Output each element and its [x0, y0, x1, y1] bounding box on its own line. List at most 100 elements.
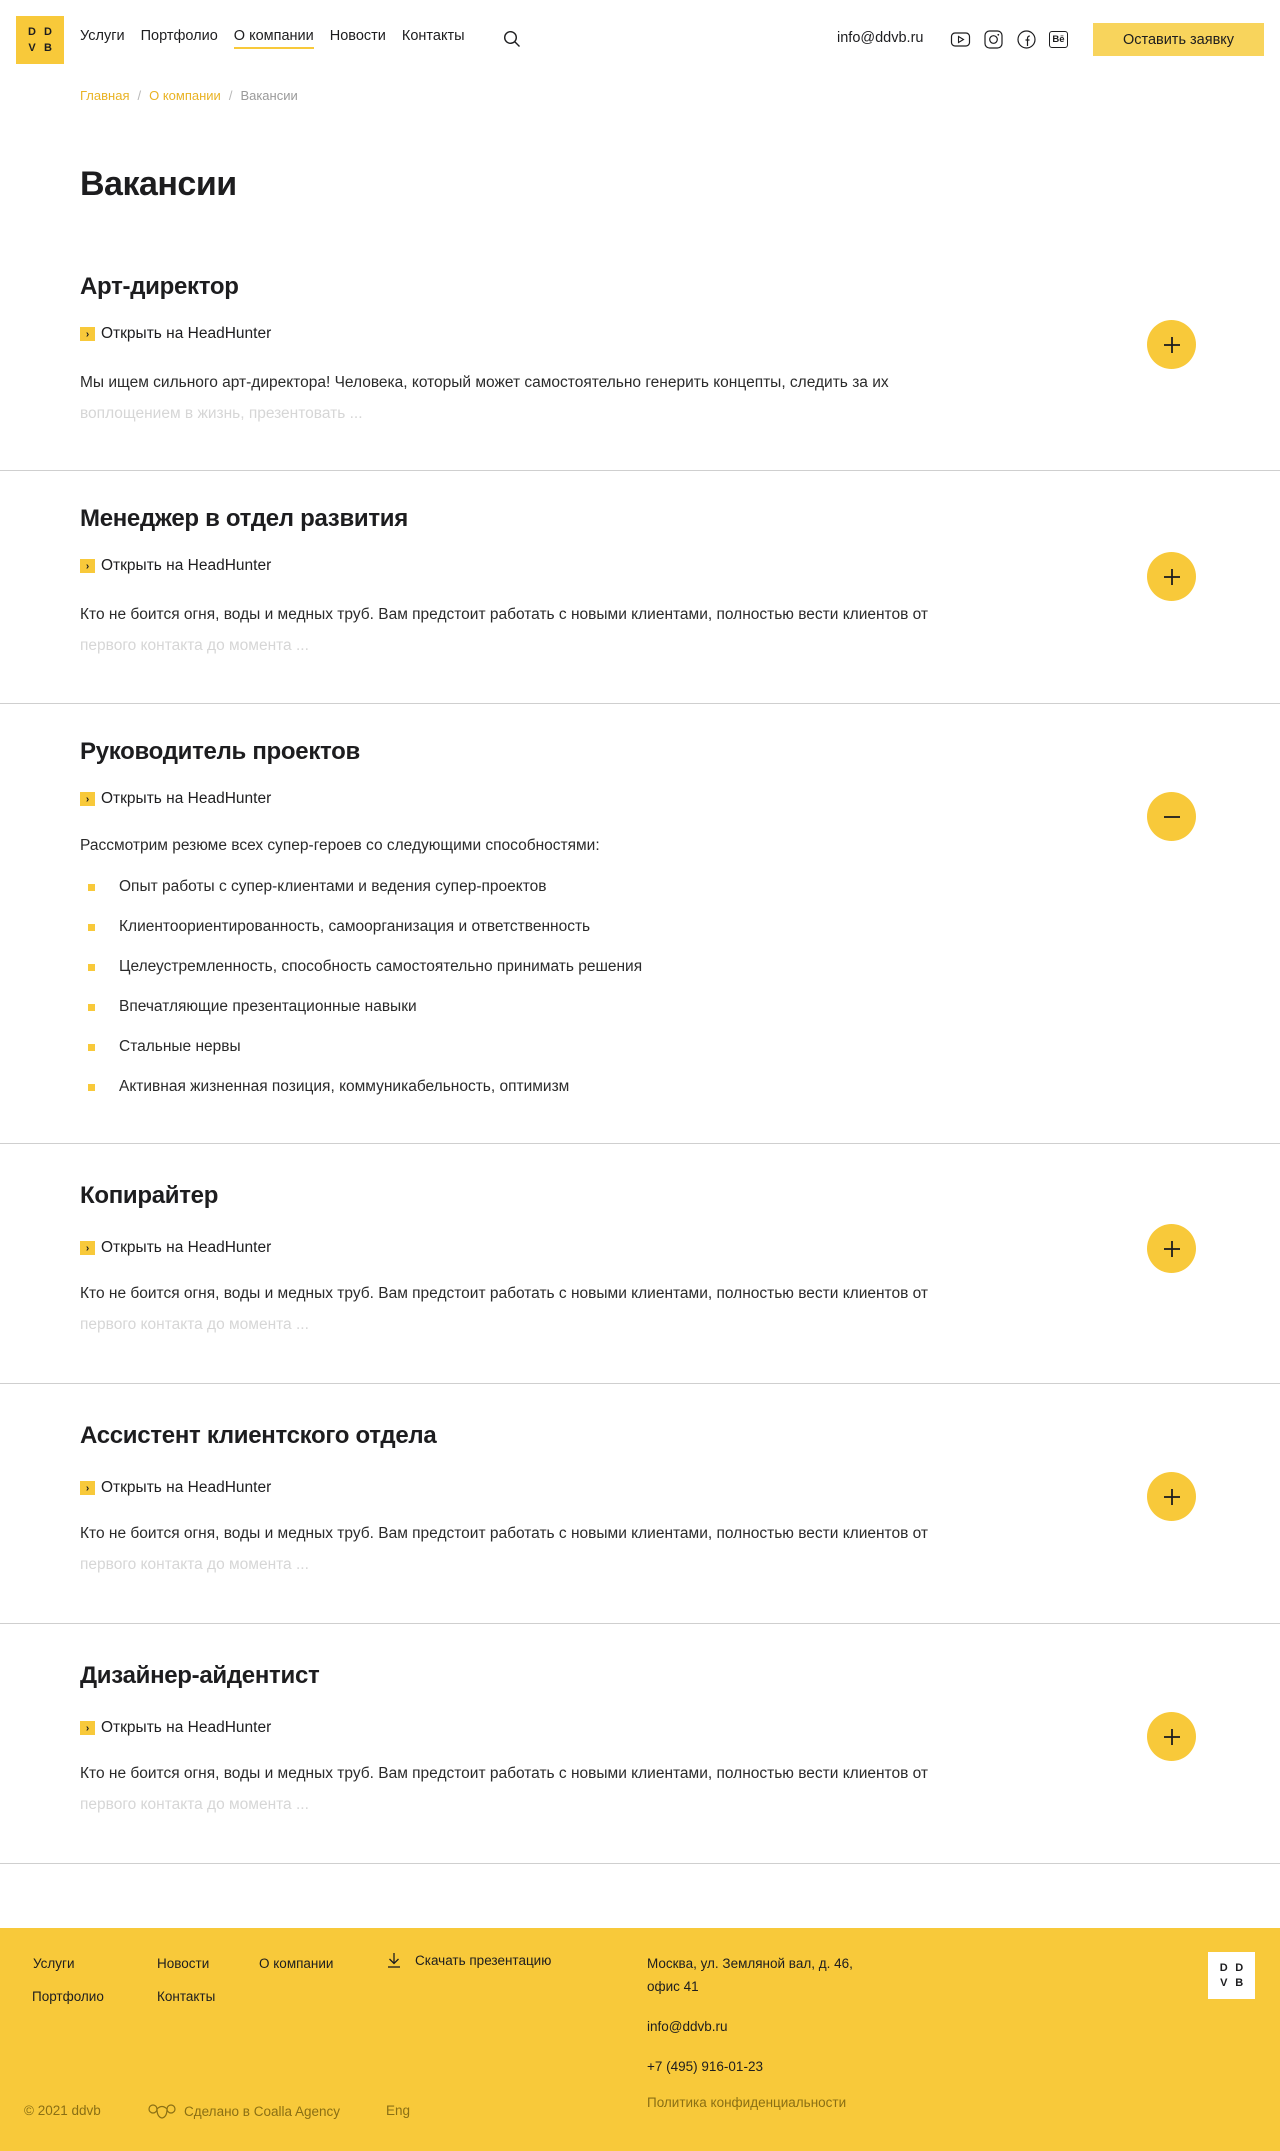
- leave-request-button[interactable]: Оставить заявку: [1093, 23, 1264, 56]
- footer-phone-link[interactable]: +7 (495) 916-01-23: [647, 2059, 763, 2074]
- minus-icon: [1163, 815, 1180, 818]
- vacancy-excerpt: Кто не боится огня, воды и медных труб. …: [80, 1758, 1030, 1820]
- plus-icon: [1163, 1240, 1180, 1257]
- vacancy-title[interactable]: Копирайтер: [80, 1182, 218, 1210]
- breadcrumb-home[interactable]: Главная: [80, 88, 129, 103]
- footer-link-portfolio[interactable]: Портфолио: [32, 1989, 104, 2004]
- headhunter-link[interactable]: › Открыть на HeadHunter: [80, 325, 271, 343]
- headhunter-link[interactable]: › Открыть на HeadHunter: [80, 1239, 271, 1257]
- breadcrumb-separator: /: [137, 88, 142, 103]
- made-by-link[interactable]: Сделано в Coalla Agency: [148, 2103, 340, 2119]
- headhunter-link-label: Открыть на HeadHunter: [101, 1239, 272, 1256]
- list-item-text: Клиентоориентированность, самоорганизаци…: [119, 918, 591, 935]
- breadcrumb-current: Вакансии: [240, 88, 298, 103]
- nav-item-about[interactable]: О компании: [233, 28, 314, 49]
- footer-address-line1: Москва, ул. Земляной вал, д. 46,: [647, 1956, 853, 1971]
- download-icon: [388, 1953, 400, 1968]
- vacancy-card: Менеджер в отдел развития › Открыть на H…: [0, 492, 1280, 704]
- bullet-icon: [88, 1003, 95, 1011]
- footer-link-news[interactable]: Новости: [157, 1956, 209, 1971]
- arrow-right-icon: ›: [80, 327, 95, 341]
- footer-link-about[interactable]: О компании: [259, 1956, 333, 1971]
- arrow-right-icon: ›: [80, 1241, 95, 1255]
- nav-item-portfolio[interactable]: Портфолио: [141, 28, 218, 49]
- download-presentation-link[interactable]: Скачать презентацию: [387, 1952, 551, 1968]
- nav-item-services[interactable]: Услуги: [80, 28, 125, 49]
- footer-link-contacts[interactable]: Контакты: [157, 1989, 215, 2004]
- footer-email-link[interactable]: info@ddvb.ru: [647, 2019, 728, 2034]
- arrow-right-icon: ›: [80, 792, 95, 806]
- logo-letter: D: [44, 25, 52, 38]
- vacancy-card: Арт-директор › Открыть на HeadHunter Мы …: [0, 260, 1280, 471]
- vacancy-title[interactable]: Менеджер в отдел развития: [80, 505, 408, 533]
- vacancy-card: Копирайтер › Открыть на HeadHunter Кто н…: [0, 1172, 1280, 1384]
- site-header: D D V B Услуги Портфолио О компании Ново…: [0, 0, 1280, 78]
- vacancy-intro: Рассмотрим резюме всех супер-героев со с…: [80, 837, 600, 854]
- vacancy-excerpt-fade: первого контакта до момента ...: [80, 637, 309, 654]
- logo-letter: D: [1235, 1961, 1244, 1974]
- expand-button[interactable]: [1147, 552, 1196, 601]
- footer-logo[interactable]: D D V B: [1208, 1952, 1255, 1999]
- download-presentation-label: Скачать презентацию: [415, 1952, 552, 1968]
- vacancy-excerpt-lead: Кто не боится огня, воды и медных труб. …: [80, 1765, 929, 1782]
- bullet-icon: [88, 883, 95, 891]
- footer-link-services[interactable]: Услуги: [33, 1956, 75, 1971]
- expand-button[interactable]: [1147, 1224, 1196, 1273]
- expand-button[interactable]: [1147, 1472, 1196, 1521]
- header-email-link[interactable]: info@ddvb.ru: [837, 30, 923, 46]
- list-item: Активная жизненная позиция, коммуникабел…: [88, 1067, 642, 1107]
- privacy-policy-link[interactable]: Политика конфиденциальности: [647, 2095, 846, 2110]
- breadcrumb-about[interactable]: О компании: [149, 88, 221, 103]
- logo-letter: V: [1220, 1977, 1228, 1990]
- arrow-right-icon: ›: [80, 1481, 95, 1495]
- expand-button[interactable]: [1147, 1712, 1196, 1761]
- logo-letter: V: [28, 41, 36, 54]
- list-item-text: Целеустремленность, способность самостоя…: [119, 958, 643, 975]
- vacancy-excerpt-lead: Мы ищем сильного арт-директора! Человека…: [80, 374, 889, 391]
- logo-letter: D: [28, 25, 36, 38]
- vacancy-card-expanded: Руководитель проектов › Открыть на HeadH…: [0, 725, 1280, 1144]
- vacancy-title[interactable]: Дизайнер-айдентист: [80, 1662, 320, 1690]
- logo[interactable]: D D V B: [16, 16, 64, 64]
- koala-icon: [148, 2104, 176, 2119]
- vacancy-excerpt-fade: первого контакта до момента ...: [80, 1796, 309, 1813]
- headhunter-link[interactable]: › Открыть на HeadHunter: [80, 790, 271, 808]
- list-item-text: Стальные нервы: [119, 1038, 241, 1055]
- vacancy-title[interactable]: Ассистент клиентского отдела: [80, 1422, 437, 1450]
- breadcrumb: Главная / О компании / Вакансии: [80, 88, 298, 103]
- collapse-button[interactable]: [1147, 792, 1196, 841]
- nav-item-contacts[interactable]: Контакты: [402, 28, 465, 49]
- expand-button[interactable]: [1147, 320, 1196, 369]
- logo-letter: B: [1235, 1977, 1244, 1990]
- vacancy-title[interactable]: Арт-директор: [80, 273, 239, 301]
- instagram-icon[interactable]: [983, 29, 1004, 50]
- nav-item-news[interactable]: Новости: [330, 28, 386, 49]
- plus-icon: [1163, 1728, 1180, 1745]
- bullet-icon: [88, 1083, 95, 1091]
- vacancy-excerpt-lead: Кто не боится огня, воды и медных труб. …: [80, 1285, 929, 1302]
- list-item-text: Впечатляющие презентационные навыки: [119, 998, 417, 1015]
- headhunter-link[interactable]: › Открыть на HeadHunter: [80, 1479, 271, 1497]
- vacancy-title[interactable]: Руководитель проектов: [80, 738, 360, 766]
- vacancy-excerpt-fade: первого контакта до момента ...: [80, 1316, 309, 1333]
- list-item: Впечатляющие презентационные навыки: [88, 987, 642, 1027]
- vacancy-excerpt-lead: Кто не боится огня, воды и медных труб. …: [80, 1525, 929, 1542]
- behance-icon[interactable]: Bē: [1049, 31, 1068, 48]
- vacancy-excerpt-fade: первого контакта до момента ...: [80, 1556, 309, 1573]
- headhunter-link-label: Открыть на HeadHunter: [101, 790, 272, 807]
- search-icon[interactable]: [503, 30, 521, 48]
- copyright: © 2021 ddvb: [24, 2103, 101, 2118]
- headhunter-link-label: Открыть на HeadHunter: [101, 325, 272, 342]
- headhunter-link[interactable]: › Открыть на HeadHunter: [80, 1719, 271, 1737]
- list-item: Целеустремленность, способность самостоя…: [88, 947, 642, 987]
- behance-icon-text: Bē: [1052, 34, 1065, 45]
- arrow-right-icon: ›: [80, 1721, 95, 1735]
- vacancy-excerpt: Мы ищем сильного арт-директора! Человека…: [80, 367, 1030, 429]
- facebook-icon[interactable]: [1016, 29, 1037, 50]
- language-switch[interactable]: Eng: [386, 2103, 410, 2118]
- vacancy-excerpt: Кто не боится огня, воды и медных труб. …: [80, 599, 1030, 661]
- youtube-icon[interactable]: [950, 29, 971, 50]
- requirements-list: Опыт работы с супер-клиентами и ведения …: [88, 867, 642, 1107]
- made-by-label: Сделано в Coalla Agency: [184, 2103, 341, 2119]
- headhunter-link[interactable]: › Открыть на HeadHunter: [80, 557, 271, 575]
